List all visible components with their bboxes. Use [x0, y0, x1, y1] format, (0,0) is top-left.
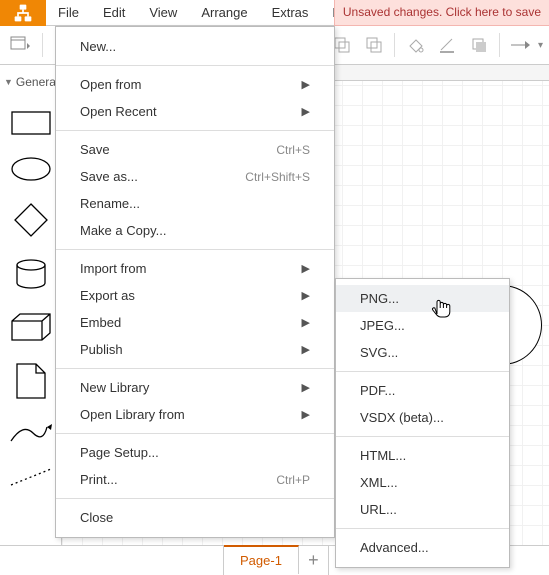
shape-rectangle[interactable] [11, 111, 51, 135]
file-menu-item[interactable]: Page Setup... [56, 439, 334, 466]
menubar: File Edit View Arrange Extras Help [46, 1, 371, 24]
shape-ellipse[interactable] [11, 157, 51, 181]
export-menu-item[interactable]: Advanced... [336, 534, 509, 561]
to-back-button[interactable] [360, 31, 388, 59]
file-menu-item[interactable]: Make a Copy... [56, 217, 334, 244]
app-logo[interactable] [0, 0, 46, 26]
file-menu-item[interactable]: SaveCtrl+S [56, 136, 334, 163]
export-menu-item[interactable]: HTML... [336, 442, 509, 469]
add-page-button[interactable]: + [299, 546, 329, 575]
file-menu-item[interactable]: Rename... [56, 190, 334, 217]
file-menu-item[interactable]: Print...Ctrl+P [56, 466, 334, 493]
export-menu-item[interactable]: SVG... [336, 339, 509, 366]
file-menu-item[interactable]: Open from▶ [56, 71, 334, 98]
fill-color-button[interactable] [401, 31, 429, 59]
file-menu-item[interactable]: Export as▶ [56, 282, 334, 309]
menu-file[interactable]: File [46, 1, 91, 24]
export-menu-item[interactable]: PNG... [336, 285, 509, 312]
export-menu-item[interactable]: VSDX (beta)... [336, 404, 509, 431]
file-menu-item[interactable]: Open Recent▶ [56, 98, 334, 125]
file-menu-item[interactable]: Open Library from▶ [56, 401, 334, 428]
shape-curve[interactable] [9, 421, 53, 445]
file-menu-item[interactable]: Close [56, 504, 334, 531]
shape-dashed-line[interactable] [9, 467, 53, 487]
shape-diamond[interactable] [14, 203, 48, 237]
connection-button[interactable] [506, 31, 534, 59]
export-menu-item[interactable]: XML... [336, 469, 509, 496]
file-menu-item[interactable]: New Library▶ [56, 374, 334, 401]
shape-document[interactable] [16, 363, 46, 399]
export-menu-item[interactable]: PDF... [336, 377, 509, 404]
menu-extras[interactable]: Extras [260, 1, 321, 24]
menu-arrange[interactable]: Arrange [189, 1, 259, 24]
file-menu-item[interactable]: New... [56, 33, 334, 60]
page-tab-active[interactable]: Page-1 [224, 545, 299, 574]
export-menu-item[interactable]: JPEG... [336, 312, 509, 339]
shapes-sidebar: ▼Genera + More Shapes [0, 65, 62, 545]
export-submenu: PNG...JPEG...SVG... PDF...VSDX (beta)... H… [335, 278, 510, 568]
sidebar-category[interactable]: ▼Genera [4, 75, 56, 89]
view-mode-button[interactable] [6, 31, 34, 59]
file-menu-item[interactable]: Publish▶ [56, 336, 334, 363]
menu-edit[interactable]: Edit [91, 1, 137, 24]
export-menu-item[interactable]: URL... [336, 496, 509, 523]
file-menu-item[interactable]: Embed▶ [56, 309, 334, 336]
file-menu-item[interactable]: Save as...Ctrl+Shift+S [56, 163, 334, 190]
menu-view[interactable]: View [137, 1, 189, 24]
file-menu-dropdown: New... Open from▶Open Recent▶ SaveCtrl+SSa… [55, 26, 335, 538]
shape-cylinder[interactable] [15, 259, 47, 291]
line-color-button[interactable] [433, 31, 461, 59]
unsaved-warning[interactable]: Unsaved changes. Click here to save [334, 0, 549, 26]
shadow-button[interactable] [465, 31, 493, 59]
shape-cube[interactable] [11, 313, 51, 341]
file-menu-item[interactable]: Import from▶ [56, 255, 334, 282]
